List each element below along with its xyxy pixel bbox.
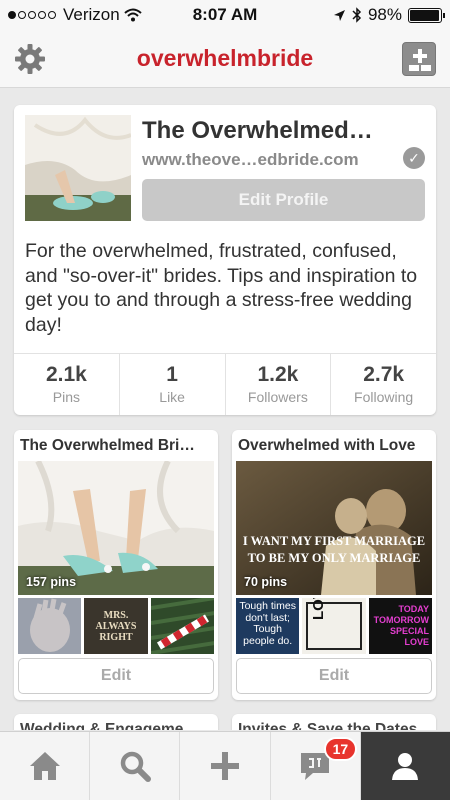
board-title: Invites & Save the Dates (238, 721, 418, 730)
edit-profile-button[interactable]: Edit Profile (142, 179, 425, 221)
board-pin-count: 157 pins (26, 575, 77, 589)
stat-label: Like (159, 389, 185, 405)
board-card[interactable]: Overwhelmed with Love I WANT MY FIRST MA… (232, 430, 436, 700)
board-thumbnail[interactable]: MRS. ALWAYS RIGHT (84, 598, 148, 654)
status-time: 8:07 AM (192, 5, 258, 24)
avatar (25, 115, 131, 221)
board-thumbnail[interactable]: Tough times don't last; Tough people do. (236, 598, 300, 654)
tab-search[interactable] (90, 732, 181, 800)
add-board-icon[interactable] (402, 42, 436, 76)
board-pin-count: 70 pins (244, 575, 288, 589)
board-thumbnails: MRS. ALWAYS RIGHT (18, 598, 214, 654)
board-thumbnail[interactable] (18, 598, 82, 654)
add-icon (211, 752, 239, 780)
nav-bar: overwhelmbride (0, 30, 450, 88)
tab-bar: 17 (0, 731, 450, 800)
board-title: Overwhelmed with Love (238, 437, 416, 454)
profile-description: For the overwhelmed, frustrated, confuse… (25, 240, 418, 336)
stat-value: 2.7k (363, 363, 405, 386)
battery-percent: 98% (367, 5, 402, 24)
gear-icon[interactable] (14, 43, 46, 75)
edit-board-button[interactable]: Edit (18, 658, 214, 694)
bluetooth-icon (352, 7, 362, 23)
signal-dots-icon (8, 11, 56, 19)
edit-board-button[interactable]: Edit (236, 658, 432, 694)
status-bar: Verizon 8:07 AM 98% (0, 0, 450, 30)
profile-content[interactable]: The Overwhelmed… www.theove…edbride.com … (0, 89, 450, 730)
thumbnail-text: MRS. ALWAYS RIGHT (95, 610, 137, 643)
profile-url[interactable]: www.theove…edbride.com (142, 150, 359, 170)
wifi-icon (124, 8, 142, 22)
board-cover-image[interactable]: 157 pins (18, 461, 214, 595)
stat-label: Following (354, 389, 414, 405)
location-arrow-icon (333, 9, 345, 21)
profile-stats: 2.1k Pins 1 Like 1.2k Followers 2.7k Fol… (14, 353, 436, 415)
carrier-label: Verizon (63, 5, 120, 24)
check-circle-icon: ✓ (403, 147, 425, 169)
tab-home[interactable] (0, 732, 91, 800)
profile-card: The Overwhelmed… www.theove…edbride.com … (14, 105, 436, 415)
board-thumbnail[interactable] (150, 598, 214, 654)
tab-profile[interactable] (360, 732, 450, 800)
stat-label: Pins (52, 389, 80, 405)
stat-following[interactable]: 2.7k Following (331, 354, 436, 415)
stat-value: 1.2k (257, 363, 299, 386)
thumbnail-text: Tough times don't last; Tough people do. (239, 600, 296, 647)
stat-pins[interactable]: 2.1k Pins (14, 354, 120, 415)
thumbnail-text: LOVE (310, 598, 328, 620)
home-icon (29, 752, 60, 780)
board-cover-text: I WANT MY FIRST MARRIAGE TO BE MY ONLY M… (242, 534, 426, 565)
board-thumbnails: Tough times don't last; Tough people do.… (236, 598, 432, 654)
notification-badge: 17 (323, 737, 358, 761)
board-card[interactable]: Wedding & Engageme… (14, 714, 218, 730)
board-thumbnail[interactable]: LOVE (302, 598, 366, 654)
board-card[interactable]: Invites & Save the Dates (232, 714, 436, 730)
board-title: The Overwhelmed Bri… (20, 437, 195, 454)
page-title: overwhelmbride (136, 45, 314, 71)
stat-value: 1 (166, 363, 178, 386)
battery-icon (408, 7, 445, 23)
stat-value: 2.1k (45, 363, 87, 386)
stat-followers[interactable]: 1.2k Followers (226, 354, 332, 415)
tab-notifications[interactable]: 17 (271, 732, 361, 800)
thumbnail-text: TODAY TOMORROW SPECIAL LOVE (373, 604, 429, 647)
profile-name: The Overwhelmed… (142, 117, 373, 144)
stat-likes[interactable]: 1 Like (120, 354, 226, 415)
search-icon (120, 751, 151, 782)
board-title: Wedding & Engageme… (20, 721, 199, 730)
profile-icon (392, 753, 419, 780)
stat-label: Followers (247, 389, 308, 405)
board-card[interactable]: The Overwhelmed Bri… 157 pins MRS. ALWAY… (14, 430, 218, 700)
board-thumbnail[interactable]: TODAY TOMORROW SPECIAL LOVE (368, 598, 432, 654)
tab-add[interactable] (180, 732, 271, 800)
board-cover-image[interactable]: I WANT MY FIRST MARRIAGE TO BE MY ONLY M… (236, 461, 432, 595)
